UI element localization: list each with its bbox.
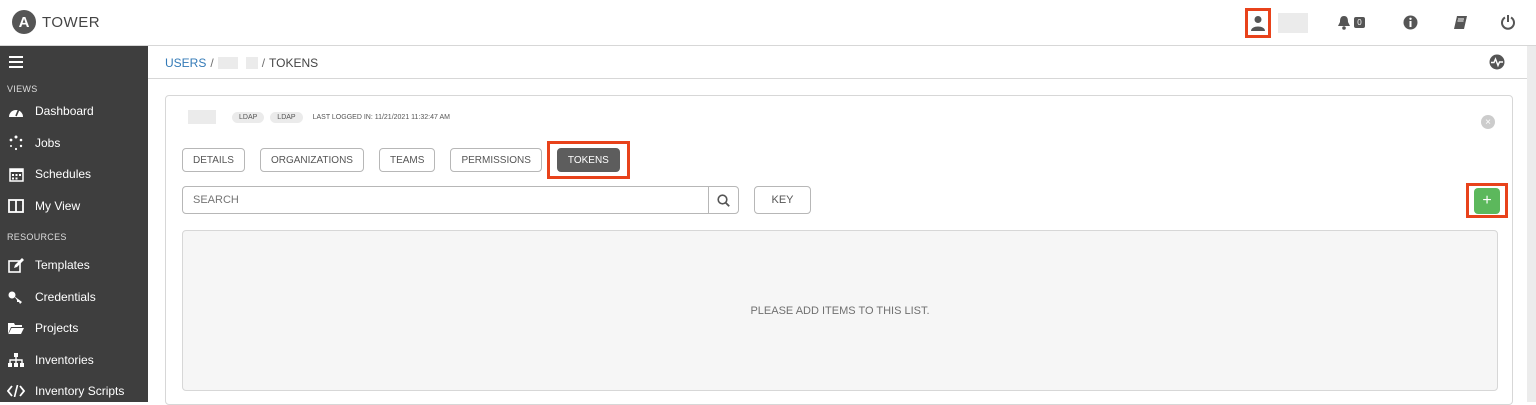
jobs-icon	[9, 135, 23, 151]
user-tokens-panel: LDAP LDAP LAST LOGGED IN: 11/21/2021 11:…	[165, 95, 1513, 405]
sidebar-item-label: Credentials	[35, 290, 96, 304]
sidebar-item-inventories[interactable]: Inventories	[7, 350, 94, 370]
bell-icon	[1338, 15, 1351, 30]
ansible-logo: A	[12, 10, 36, 34]
user-tag: LDAP	[232, 111, 265, 123]
sidebar: VIEWS Dashboard Jobs Schedules My View R…	[0, 46, 148, 402]
tab-permissions[interactable]: PERMISSIONS	[450, 148, 542, 172]
add-button-highlight: +	[1466, 183, 1508, 218]
close-icon: ×	[1485, 116, 1491, 128]
tab-bar: DETAILS ORGANIZATIONS TEAMS PERMISSIONS …	[182, 141, 630, 179]
breadcrumb: USERS / / TOKENS	[165, 56, 318, 70]
sidebar-section-resources: RESOURCES	[7, 232, 67, 242]
breadcrumb-users-link[interactable]: USERS	[165, 56, 206, 70]
search-button[interactable]	[708, 187, 738, 213]
sidebar-item-my-view[interactable]: My View	[7, 196, 80, 216]
key-button[interactable]: KEY	[754, 186, 811, 214]
documentation-button[interactable]	[1448, 10, 1472, 34]
sitemap-icon	[8, 352, 24, 367]
search-icon	[717, 193, 730, 207]
sidebar-section-views: VIEWS	[7, 84, 38, 94]
empty-list-placeholder: PLEASE ADD ITEMS TO THIS LIST.	[182, 230, 1498, 391]
code-icon	[7, 385, 25, 397]
tab-tokens-highlight: TOKENS	[546, 141, 630, 179]
username-redacted	[1278, 13, 1308, 33]
sidebar-item-dashboard[interactable]: Dashboard	[7, 101, 94, 121]
sidebar-item-label: My View	[35, 199, 81, 213]
last-logged-in: LAST LOGGED IN: 11/21/2021 11:32:47 AM	[312, 113, 450, 121]
activity-stream-button[interactable]	[1489, 54, 1505, 75]
brand[interactable]: A TOWER	[12, 10, 100, 34]
breadcrumb-separator: /	[210, 56, 214, 70]
sidebar-item-inventory-scripts[interactable]: Inventory Scripts	[7, 381, 124, 401]
tab-details[interactable]: DETAILS	[182, 148, 245, 172]
breadcrumb-separator: /	[261, 56, 266, 70]
search-box	[182, 186, 739, 214]
username-redacted	[188, 110, 216, 124]
folder-icon	[8, 322, 24, 334]
sidebar-item-credentials[interactable]: Credentials	[7, 287, 96, 307]
sidebar-item-label: Inventory Scripts	[35, 384, 125, 398]
logout-button[interactable]	[1496, 10, 1520, 34]
sidebar-item-label: Templates	[35, 258, 90, 272]
top-navbar: A TOWER 0	[0, 0, 1536, 46]
sidebar-item-label: Projects	[35, 321, 79, 335]
sidebar-item-label: Schedules	[35, 167, 92, 181]
app-title: TOWER	[42, 13, 101, 31]
sidebar-item-projects[interactable]: Projects	[7, 318, 78, 338]
user-icon	[1251, 16, 1265, 31]
user-tag: LDAP	[270, 111, 303, 123]
book-icon	[1453, 15, 1467, 29]
dashboard-icon	[9, 108, 23, 117]
breadcrumb-current: TOKENS	[269, 56, 319, 70]
breadcrumb-username-redacted[interactable]	[217, 57, 238, 69]
sidebar-item-jobs[interactable]: Jobs	[7, 133, 60, 153]
info-icon	[1403, 15, 1417, 29]
user-menu-button[interactable]	[1245, 8, 1271, 38]
sidebar-item-templates[interactable]: Templates	[7, 255, 90, 275]
empty-list-message: PLEASE ADD ITEMS TO THIS LIST.	[750, 304, 930, 317]
breadcrumb-bar: USERS / / TOKENS	[148, 46, 1527, 79]
breadcrumb-username-redacted-2	[245, 57, 258, 69]
user-header: LDAP LDAP LAST LOGGED IN: 11/21/2021 11:…	[188, 110, 450, 124]
power-icon	[1501, 15, 1515, 30]
add-token-button[interactable]: +	[1474, 187, 1500, 214]
calendar-icon	[8, 167, 24, 182]
key-icon	[8, 291, 22, 304]
sidebar-item-label: Inventories	[35, 353, 94, 367]
sidebar-item-schedules[interactable]: Schedules	[7, 164, 91, 184]
sidebar-item-label: Jobs	[35, 136, 61, 150]
notification-count-badge: 0	[1354, 16, 1365, 28]
tab-organizations[interactable]: ORGANIZATIONS	[259, 148, 364, 172]
tab-tokens[interactable]: TOKENS	[556, 148, 620, 172]
about-button[interactable]	[1398, 10, 1422, 34]
columns-icon	[8, 199, 24, 213]
search-input[interactable]	[183, 187, 708, 213]
tab-teams[interactable]: TEAMS	[378, 148, 436, 172]
edit-icon	[8, 257, 24, 273]
activity-stream-icon	[1489, 54, 1505, 70]
sidebar-item-label: Dashboard	[35, 104, 94, 118]
hamburger-icon	[9, 56, 23, 68]
notifications-button[interactable]: 0	[1330, 10, 1372, 34]
close-panel-button[interactable]: ×	[1481, 115, 1495, 129]
sidebar-toggle[interactable]	[7, 52, 35, 72]
page-scrollbar[interactable]	[1527, 46, 1536, 402]
